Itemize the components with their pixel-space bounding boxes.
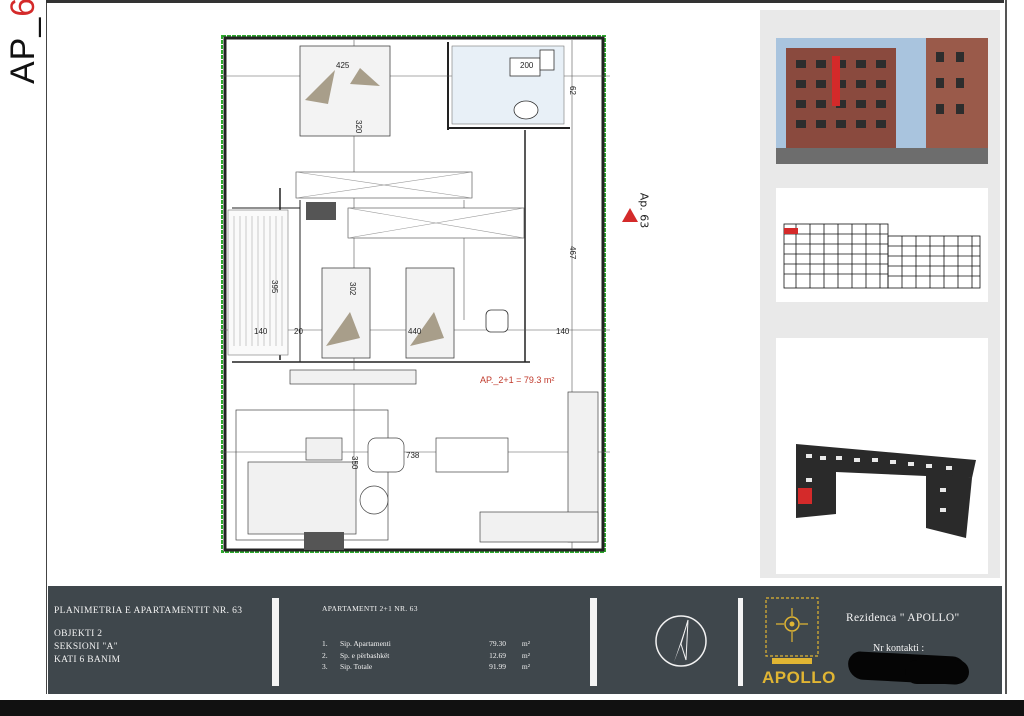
twin-beds — [321, 267, 455, 359]
screen-bottom-bar — [0, 700, 1024, 716]
svg-text:425: 425 — [336, 61, 350, 70]
stats-index: 1. — [322, 639, 328, 649]
apollo-logo: APOLLO — [760, 594, 836, 690]
stats-row: 2. Sp. e përbashkët 12.69 m² — [322, 650, 542, 662]
stats-label: Sip. Apartamenti — [340, 639, 391, 649]
living-area — [235, 369, 509, 541]
footer-info: OBJEKTI 2 SEKSIONI "A" KATI 6 BANIM — [54, 628, 120, 667]
footer-title: PLANIMETRIA E APARTAMENTIT NR. 63 — [54, 606, 243, 616]
apartment-side-title: AP_63 — [4, 0, 44, 84]
svg-text:320: 320 — [354, 120, 363, 134]
svg-text:140: 140 — [556, 327, 570, 336]
svg-text:467: 467 — [568, 246, 577, 260]
svg-text:395: 395 — [270, 280, 279, 294]
stats-unit: m² — [521, 650, 530, 660]
floor-column — [304, 532, 344, 550]
footer-line-section: SEKSIONI "A" — [54, 642, 118, 652]
stats-label: Sp. e përbashkët — [340, 650, 390, 660]
stats-index: 3. — [322, 662, 328, 672]
building-elevation — [776, 188, 988, 302]
stats-unit: m² — [521, 639, 530, 649]
svg-text:200: 200 — [520, 61, 534, 70]
stats-unit: m² — [521, 662, 530, 672]
stats-row: 3. Sip. Totale 91.99 m² — [322, 661, 542, 673]
apartment-marker: Ap. 63 — [622, 190, 656, 240]
footer-divider-1 — [272, 598, 279, 686]
side-title-prefix: AP_ — [4, 16, 42, 84]
svg-text:62: 62 — [568, 86, 577, 95]
building-photo-render — [776, 38, 988, 164]
svg-text:302: 302 — [348, 282, 357, 296]
footer-divider-2 — [590, 598, 597, 686]
apollo-logo-icon — [765, 597, 819, 664]
column-dark — [306, 202, 336, 220]
svg-text:738: 738 — [406, 451, 420, 460]
bed-master — [299, 45, 391, 137]
north-compass-icon — [655, 615, 707, 667]
elevation-drawing — [783, 223, 981, 289]
stats-value: 12.69 — [489, 650, 506, 660]
svg-text:140: 140 — [254, 327, 268, 336]
bathroom — [451, 45, 565, 125]
area-stats-table: 1. Sip. Apartamenti 79.30 m² 2. Sp. e pë… — [322, 638, 542, 673]
svg-text:20: 20 — [294, 327, 303, 336]
site-plan-drawing — [796, 444, 976, 538]
stats-label: Sip. Totale — [340, 662, 373, 672]
stats-value: 79.30 — [489, 639, 506, 649]
site-plan — [776, 338, 988, 574]
residence-name: Rezidenca " APOLLO" — [846, 612, 960, 624]
svg-text:440: 440 — [408, 327, 422, 336]
stats-title: APARTAMENTI 2+1 NR. 63 — [322, 604, 418, 613]
stats-value: 91.99 — [489, 662, 506, 672]
stats-index: 2. — [322, 650, 328, 660]
footer-divider-3 — [738, 598, 743, 686]
stats-row: 1. Sip. Apartamenti 79.30 m² — [322, 638, 542, 650]
logo-text: APOLLO — [762, 668, 836, 687]
footer-line-floor: KATI 6 BANIM — [54, 655, 121, 665]
footer-line-object: OBJEKTI 2 — [54, 629, 103, 639]
svg-text:350: 350 — [350, 456, 359, 470]
floor-plan: 425 320 200 62 467 395 302 440 140 20 14… — [220, 35, 610, 553]
redaction-mark-tail — [905, 660, 969, 684]
side-title-number: 63 — [4, 0, 42, 17]
building-photo — [776, 38, 988, 164]
apartment-marker-label: Ap. 63 — [637, 192, 651, 229]
desk-chair — [485, 309, 509, 333]
apartment-area-label: AP._2+1 = 79.3 m² — [480, 375, 555, 385]
frame-top-border — [46, 0, 1004, 3]
